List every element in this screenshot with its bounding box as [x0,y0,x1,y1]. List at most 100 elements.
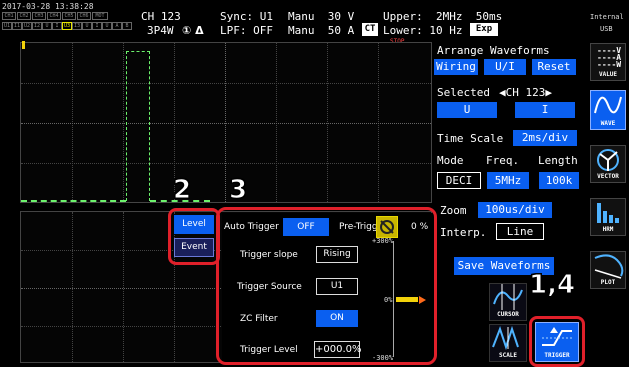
cursor-icon [493,284,523,310]
level-scale-axis [393,241,394,357]
time-scale-label: Time Scale [437,132,504,145]
channel-indicator: A [112,22,122,30]
scale-label: SCALE [498,352,518,359]
channel-indicator: I2 [32,22,42,30]
upper-limit: Upper: 2MHz 50ms [383,10,503,23]
cursor-label: CURSOR [497,311,519,318]
upper-wave-grid[interactable] [20,42,432,203]
wiring-button[interactable]: Wiring [434,59,478,75]
u-button[interactable]: U [437,102,497,118]
wave-icon [594,96,622,114]
channel-indicator: U1 [2,22,12,30]
mode-value[interactable]: DECI [437,172,481,189]
interp-label: Interp. [440,226,487,239]
internal-label: Internal [590,13,624,21]
wiring-label: 3P4W [147,24,174,37]
channel-indicator: CH5 [62,12,76,20]
selected-label: Selected [437,86,490,99]
channel-indicator: I3 [72,22,82,30]
channel-label: CH 123 [141,10,181,23]
i-button[interactable]: I [515,102,575,118]
level-pointer-icon [419,296,426,304]
lpf-label: LPF: OFF [220,24,273,37]
trigger-level-input[interactable]: +000.0% [314,341,362,358]
channel-indicator: B [122,22,132,30]
trigger-level-label: Trigger Level [240,345,298,355]
value-label: VALUE [598,71,618,78]
trigger-slope-select[interactable]: Rising [316,246,358,263]
hrm-icon [597,203,619,223]
channel-indicator: U [82,22,92,30]
channel-indicator: U [102,22,112,30]
channel-indicator: U [42,22,52,30]
side-vector-button[interactable]: VECTOR [590,145,626,183]
freq-value[interactable]: 5MHz [487,172,529,189]
side-value-button[interactable]: ----V ----A ----W VALUE [590,43,626,81]
sync-label: Sync: U1 [220,10,273,23]
zoom-label: Zoom [440,204,467,217]
channel-indicator: I [52,22,62,30]
side-hrm-button[interactable]: HRM [590,198,626,236]
level-scale-mid: 0% [384,296,393,304]
lower-limit: Lower: 10 Hz [383,24,463,37]
callout-number-3: 3 [228,175,248,206]
side-plot-button[interactable]: PLOT [590,251,626,289]
freq-label: Freq. [486,154,520,167]
ct-badge: CT [362,23,378,36]
level-scale-bottom: -300% [372,354,394,362]
hrm-label: HRM [602,226,614,233]
waveform-pulse [126,51,150,201]
current-range: Manu 50 A [288,24,355,37]
channel-indicator: CH6 [77,12,91,20]
reset-button[interactable]: Reset [532,59,576,75]
trigger-marker [22,41,25,49]
scale-icon [492,325,519,351]
zoom-value[interactable]: 100us/div [478,202,552,218]
level-tab[interactable]: Level [174,215,214,234]
auto-trigger-toggle[interactable]: OFF [283,218,329,236]
channel-indicator: CH2 [17,12,31,20]
waveform-baseline [21,200,126,202]
trigger-source-select[interactable]: U1 [316,278,358,295]
cursor-button[interactable]: CURSOR [489,283,527,321]
channel-indicator: I [92,22,102,30]
zc-filter-label: ZC Filter [240,314,278,324]
channel-indicators: CH1 CH2 CH3 CH4 CH5 CH6 MOT U1 I1 U2 I2 … [2,12,137,32]
length-value[interactable]: 100k [539,172,579,189]
usb-label: USB [600,25,613,33]
voltage-range: Manu 30 V [288,10,355,23]
auto-trigger-label: Auto Trigger [224,222,279,232]
channel-indicator: I1 [12,22,22,30]
channel-indicator: MOT [92,12,108,20]
pre-trigger-value[interactable]: 0 % [411,222,428,232]
channel-indicator: CH1 [2,12,16,20]
vector-label: VECTOR [597,173,619,180]
value-icon: ----V ----A ----W [597,46,622,69]
level-slider-handle[interactable] [396,297,418,302]
channel-indicator: CH3 [32,12,46,20]
trigger-slope-label: Trigger slope [240,250,298,260]
interp-value[interactable]: Line [496,223,544,240]
trigger-lock-icon[interactable] [376,216,398,238]
selected-channel-value[interactable]: ◀CH 123▶ [499,87,552,98]
arrange-title: Arrange Waveforms [437,44,550,57]
datetime: 2017-03-28 13:38:28 [2,2,94,11]
plot-label: PLOT [600,279,616,286]
plot-icon [594,254,624,279]
channel-indicator: U2 [22,22,32,30]
scale-button[interactable]: SCALE [489,324,527,362]
vector-icon [597,149,619,171]
trigger-source-label: Trigger Source [237,282,302,292]
ui-button[interactable]: U/I [484,59,526,75]
channel-indicator: CH4 [47,12,61,20]
channel-indicator-active: U3 [62,22,72,30]
event-tab[interactable]: Event [174,238,214,257]
level-scale-top: +300% [372,237,394,245]
zc-filter-toggle[interactable]: ON [316,310,358,327]
side-wave-button[interactable]: WAVE [590,90,626,130]
wave-label: WAVE [600,120,616,127]
channel-mark: ① Δ [182,24,204,37]
callout-number-14: 1,4 [528,270,576,301]
exp-badge: Exp [470,23,498,36]
time-scale-value[interactable]: 2ms/div [513,130,577,146]
